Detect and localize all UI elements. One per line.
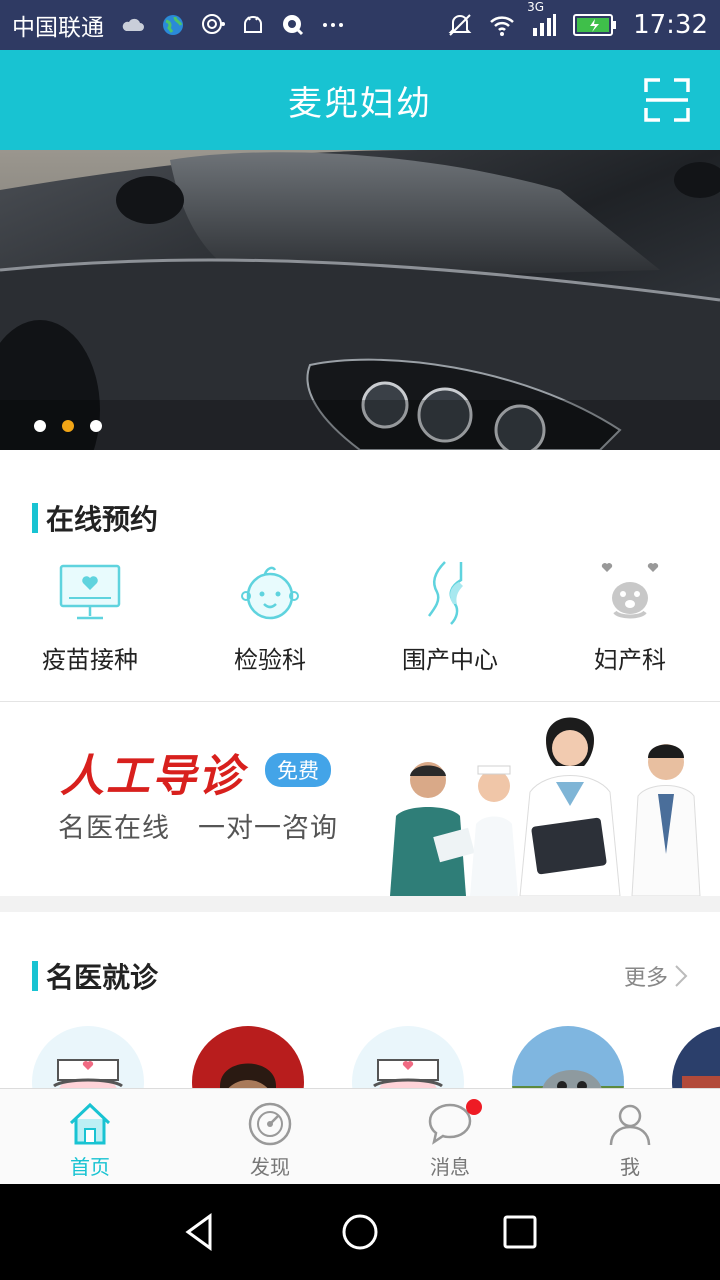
- bottom-tab-bar: 首页 发现 消息 我: [0, 1088, 720, 1184]
- banner-carousel[interactable]: [0, 150, 720, 450]
- nurse-cartoon-icon: [32, 1026, 144, 1088]
- section-title: 在线预约: [46, 503, 159, 536]
- appointment-item-perinatal-center[interactable]: 围产中心: [360, 560, 540, 675]
- doctor-avatar[interactable]: [32, 1026, 144, 1088]
- consultation-promo[interactable]: 人工导诊 免费 名医在线 一对一咨询: [0, 702, 720, 896]
- carousel-indicator: [34, 420, 102, 432]
- chat-q-icon: [283, 15, 304, 36]
- building-avatar: [672, 1026, 720, 1088]
- online-appointment-section: 在线预约 疫苗接种 检验科 围产中心 妇产科: [0, 450, 720, 702]
- section-header: 在线预约: [32, 498, 158, 538]
- tab-label: 我: [620, 1155, 640, 1179]
- appointment-item-label: 检验科: [234, 646, 306, 674]
- signal-icon: [533, 14, 557, 36]
- promo-subtitle: 名医在线 一对一咨询: [58, 813, 338, 844]
- nurse-cartoon-icon: [352, 1026, 464, 1088]
- system-status-icons: 3G 17:32: [447, 0, 708, 40]
- appointment-item-label: 围产中心: [402, 646, 498, 674]
- app-header: 麦兜妇幼: [0, 50, 720, 150]
- more-link[interactable]: 更多: [624, 960, 688, 992]
- famous-doctors-section: 名医就诊 更多: [0, 912, 720, 1088]
- creature-avatar: [512, 1026, 624, 1088]
- monitor-heart-icon: [59, 564, 121, 620]
- doctor-avatar[interactable]: [672, 1026, 720, 1088]
- mute-icon: [448, 14, 472, 36]
- back-icon[interactable]: [178, 1210, 222, 1254]
- section-title: 名医就诊: [46, 961, 159, 994]
- doctor-list: [32, 1026, 720, 1088]
- tab-home[interactable]: 首页: [0, 1089, 180, 1184]
- notification-icons: [120, 12, 346, 38]
- clock: 17:32: [633, 10, 708, 40]
- carrier-name: 中国联通: [12, 15, 104, 41]
- doctors-illustration: [390, 717, 701, 896]
- carousel-dot[interactable]: [34, 420, 46, 432]
- battery-icon: [573, 14, 617, 36]
- doctor-avatar[interactable]: [512, 1026, 624, 1088]
- recent-apps-icon[interactable]: [498, 1210, 542, 1254]
- home-circle-icon[interactable]: [338, 1210, 382, 1254]
- appointment-grid: 疫苗接种 检验科 围产中心 妇产科: [0, 560, 720, 675]
- user-icon: [609, 1104, 651, 1146]
- globe-icon: [163, 15, 183, 35]
- free-badge: 免费: [265, 753, 331, 787]
- section-accent-bar: [32, 961, 38, 991]
- compass-icon: [248, 1102, 292, 1146]
- wifi-icon: [490, 16, 514, 36]
- tab-discover[interactable]: 发现: [180, 1089, 360, 1184]
- section-accent-bar: [32, 503, 38, 533]
- carousel-dot[interactable]: [90, 420, 102, 432]
- system-navigation-bar: [0, 1184, 720, 1280]
- status-bar: 中国联通 3G 17:32: [0, 0, 720, 50]
- carousel-dot-active[interactable]: [62, 420, 74, 432]
- appointment-item-label: 妇产科: [594, 646, 666, 674]
- doctor-avatar[interactable]: [192, 1026, 304, 1088]
- appointment-item-label: 疫苗接种: [42, 646, 138, 674]
- section-divider: [0, 896, 720, 912]
- network-type: 3G: [527, 0, 544, 14]
- android-icon: [244, 16, 262, 33]
- tab-me[interactable]: 我: [540, 1089, 720, 1184]
- baby-hearts-icon: [601, 563, 659, 619]
- promo-title: 人工导诊: [60, 751, 244, 802]
- scan-icon[interactable]: [644, 78, 690, 122]
- baby-face-icon: [241, 566, 299, 620]
- cloud-icon: [122, 18, 144, 31]
- cartoon-man-avatar: [192, 1026, 304, 1088]
- chevron-right-icon: [675, 965, 688, 987]
- cell-signal: 3G: [527, 0, 557, 38]
- tab-label: 发现: [250, 1155, 290, 1179]
- tab-messages[interactable]: 消息: [360, 1089, 540, 1184]
- section-header: 名医就诊: [32, 956, 158, 996]
- notification-badge: [466, 1099, 482, 1115]
- pregnancy-icon: [427, 561, 463, 625]
- tab-label: 消息: [430, 1155, 470, 1179]
- page-title: 麦兜妇幼: [288, 83, 432, 124]
- home-icon: [69, 1102, 111, 1145]
- appointment-item-vaccination[interactable]: 疫苗接种: [0, 560, 180, 675]
- doctor-avatar[interactable]: [352, 1026, 464, 1088]
- banner-image: [0, 150, 720, 450]
- appointment-item-laboratory[interactable]: 检验科: [180, 560, 360, 675]
- radar-icon: [202, 14, 225, 34]
- more-dots-icon: [323, 23, 343, 27]
- appointment-item-obstetrics[interactable]: 妇产科: [540, 560, 720, 675]
- more-label: 更多: [623, 966, 668, 991]
- tab-label: 首页: [70, 1155, 110, 1179]
